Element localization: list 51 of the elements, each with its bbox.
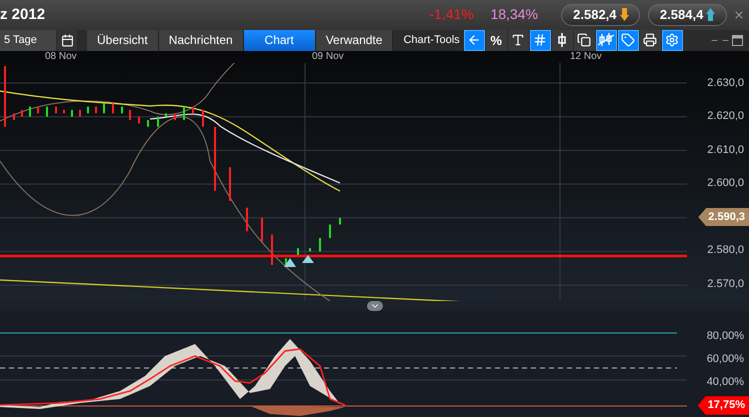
price-tag: 17,75% — [698, 396, 749, 415]
axis-label: 2.600,0 — [707, 176, 745, 192]
tab[interactable]: Chart — [244, 30, 316, 51]
axis-label: 40,00% — [706, 375, 745, 390]
candles-icon — [598, 33, 614, 48]
change-percent: -1,41% — [429, 5, 475, 24]
tab[interactable]: Nachrichten — [158, 30, 244, 51]
period-dropdown[interactable]: 5 Tage — [0, 30, 56, 51]
window-title: z 2012 — [0, 4, 46, 25]
axis-label: 60,00% — [706, 352, 745, 368]
axis-label: 2.610,0 — [707, 142, 745, 158]
down-arrow-icon — [620, 8, 629, 22]
tool-button[interactable] — [530, 30, 551, 51]
tab[interactable]: Verwandte — [316, 30, 394, 51]
date-label: 09 Nov — [312, 51, 345, 63]
tool-button[interactable] — [552, 30, 573, 51]
print-icon — [643, 33, 658, 48]
tool-button[interactable] — [662, 30, 683, 51]
date-label: 08 Nov — [45, 51, 78, 63]
tool-button[interactable] — [618, 30, 639, 51]
tool-button[interactable] — [464, 30, 485, 51]
axis-label: 2.630,0 — [707, 76, 745, 91]
up-arrow-icon — [706, 8, 716, 22]
tools-label: Chart-Tools — [403, 33, 460, 48]
tool-button[interactable] — [640, 30, 661, 51]
axis-label: 2.570,0 — [707, 277, 745, 292]
candle-icon — [557, 33, 568, 48]
close-icon — [733, 8, 745, 21]
axis-label: 80,00% — [706, 329, 745, 344]
volatility-percent: 18,34% — [490, 5, 539, 24]
windows-icon — [577, 33, 592, 48]
tool-button[interactable] — [508, 30, 529, 51]
axis-label: 2.620,0 — [707, 109, 745, 124]
price-tag: 2.590,3 — [698, 208, 749, 226]
tag-icon — [621, 33, 636, 48]
pane-resize-handle[interactable] — [366, 301, 382, 311]
tool-button[interactable]: % — [486, 30, 507, 51]
tool-button[interactable] — [596, 30, 617, 51]
grid-icon — [533, 33, 548, 48]
settings-icon — [665, 33, 680, 48]
tool-button[interactable] — [574, 30, 595, 51]
close-button[interactable] — [733, 8, 745, 21]
quote-pill: 2.584,4 — [648, 4, 727, 26]
text-size-icon — [511, 33, 526, 48]
quote-pill: 2.582,4 — [561, 4, 640, 26]
date-label: 12 Nov — [570, 51, 602, 63]
axis-label: 2.580,0 — [707, 243, 745, 258]
calendar-button[interactable] — [57, 30, 77, 51]
tab[interactable]: Übersicht — [87, 30, 159, 51]
calendar-icon — [60, 34, 74, 47]
maximize-icon[interactable] — [732, 34, 743, 46]
